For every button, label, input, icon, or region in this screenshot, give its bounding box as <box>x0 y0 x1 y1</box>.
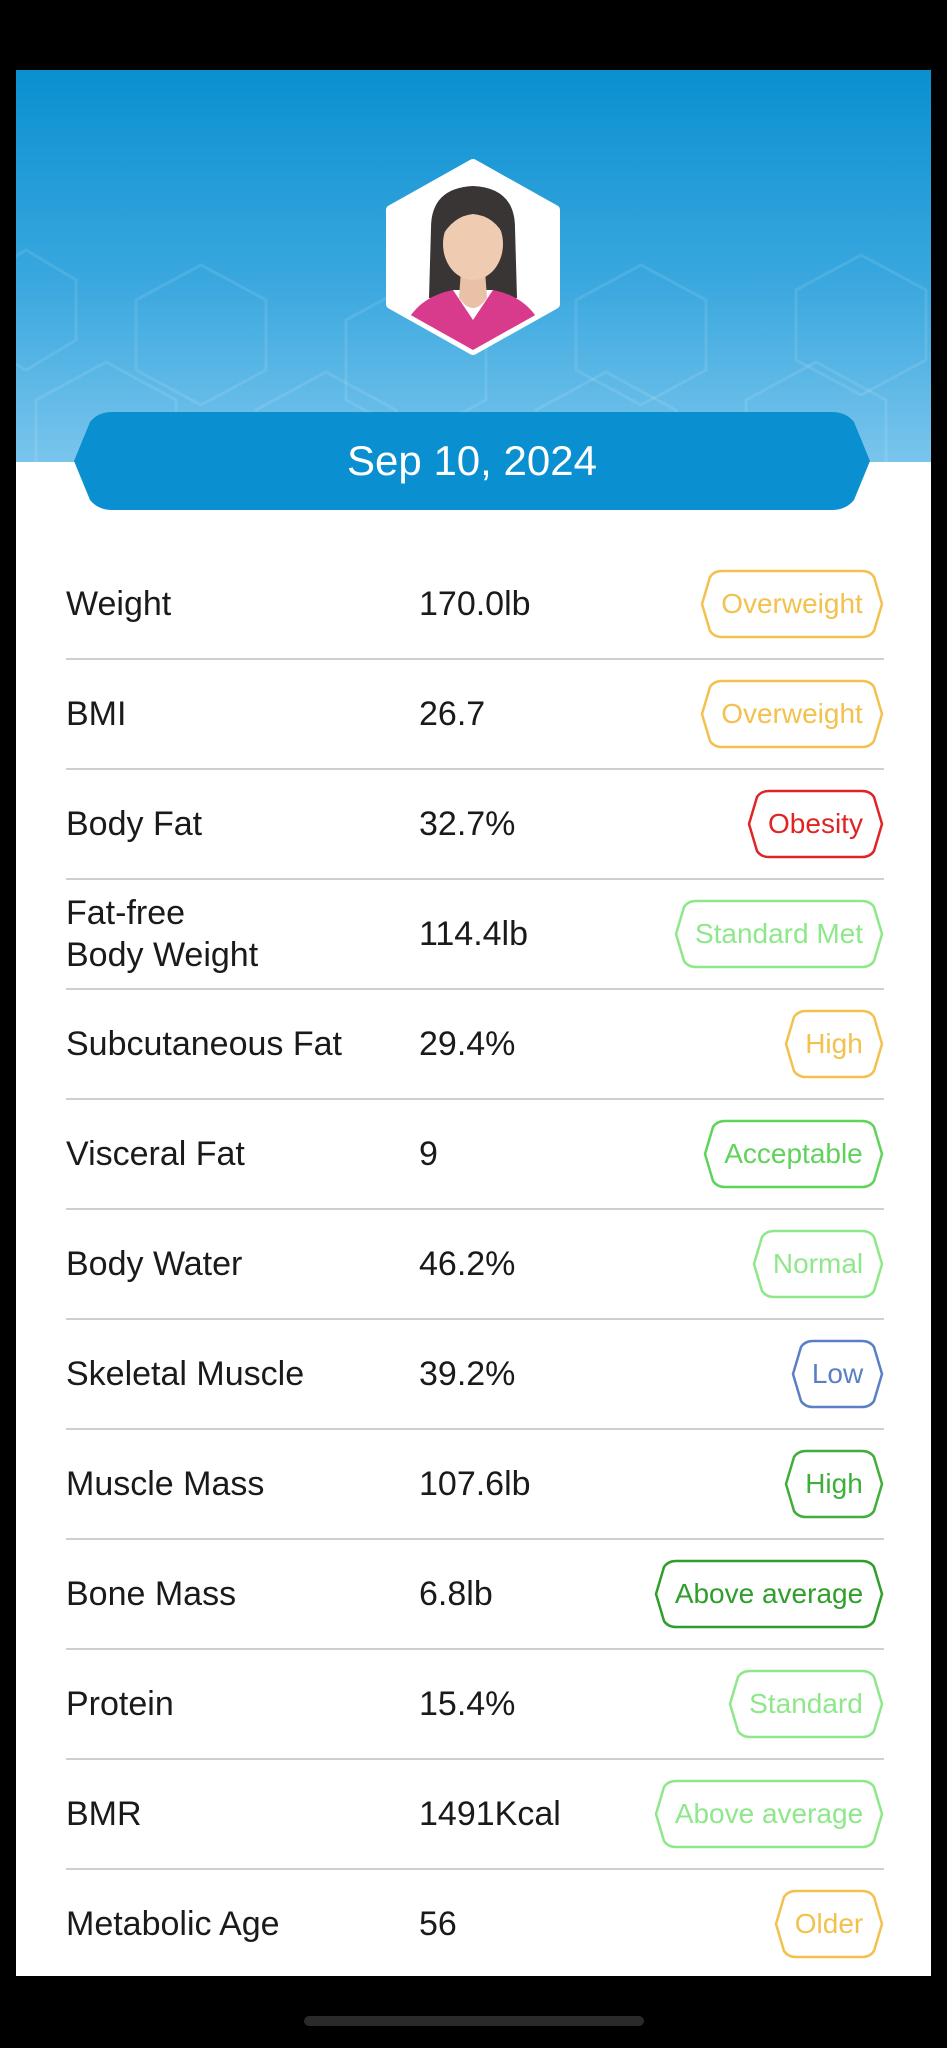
metric-row[interactable]: Skeletal Muscle 39.2% Low <box>16 1320 931 1430</box>
metric-value: 107.6lb <box>419 1464 531 1503</box>
status-badge-label: Above average <box>674 1798 864 1829</box>
metrics-list: Weight 170.0lb Overweight BMI 26.7 Overweight… <box>16 550 931 1976</box>
body-composition-card: Sep 10, 2024 Weight 170.0lb Overweight BMI 2… <box>16 70 931 1976</box>
metric-row[interactable]: Bone Mass 6.8lb Above average <box>16 1540 931 1650</box>
metric-label: Protein <box>66 1684 174 1723</box>
header-background <box>16 70 931 462</box>
status-badge-label: Older <box>794 1908 864 1939</box>
metric-row[interactable]: Body Water 46.2% Normal <box>16 1210 931 1320</box>
status-badge: Obesity <box>747 789 884 859</box>
metric-label: Body Water <box>66 1244 243 1283</box>
status-badge: Above average <box>654 1559 884 1629</box>
status-badge: High <box>784 1449 884 1519</box>
metric-value: 1491Kcal <box>419 1794 561 1833</box>
status-badge-label: Obesity <box>768 808 863 839</box>
metric-value: 26.7 <box>419 694 486 733</box>
status-badge-label: Overweight <box>721 588 863 619</box>
status-badge: High <box>784 1009 884 1079</box>
metric-label: Fat-free Body Weight <box>66 893 259 975</box>
metric-row[interactable]: Muscle Mass 107.6lb High <box>16 1430 931 1540</box>
status-badge-label: Above average <box>674 1578 864 1609</box>
home-indicator[interactable] <box>304 2016 644 2026</box>
metric-label: Visceral Fat <box>66 1134 245 1173</box>
metric-value: 9 <box>419 1134 438 1173</box>
metric-label: Bone Mass <box>66 1574 237 1613</box>
status-badge: Standard Met <box>674 899 884 969</box>
status-badge: Above average <box>654 1779 884 1849</box>
metric-row[interactable]: Weight 170.0lb Overweight <box>16 550 931 660</box>
metric-value: 46.2% <box>419 1244 516 1283</box>
metric-label: Metabolic Age <box>66 1904 280 1943</box>
status-badge: Low <box>791 1339 884 1409</box>
metric-value: 56 <box>419 1904 457 1943</box>
metric-label: Subcutaneous Fat <box>66 1024 342 1063</box>
status-badge: Older <box>774 1889 884 1959</box>
status-badge: Normal <box>752 1229 884 1299</box>
metric-label: Muscle Mass <box>66 1464 265 1503</box>
metric-label: Body Fat <box>66 804 203 843</box>
metric-row[interactable]: Visceral Fat 9 Acceptable <box>16 1100 931 1210</box>
metric-row[interactable]: BMR 1491Kcal Above average <box>16 1760 931 1870</box>
status-badge-label: Normal <box>772 1248 864 1279</box>
status-badge-label: Standard <box>749 1688 863 1719</box>
measurement-date: Sep 10, 2024 <box>347 437 597 484</box>
metric-label: BMI <box>66 694 127 733</box>
metric-value: 6.8lb <box>419 1574 493 1613</box>
status-badge-label: High <box>805 1468 863 1499</box>
status-badge-label: Acceptable <box>724 1138 863 1169</box>
metric-row[interactable]: BMI 26.7 Overweight <box>16 660 931 770</box>
status-badge: Standard <box>728 1669 884 1739</box>
metric-value: 15.4% <box>419 1684 516 1723</box>
metric-value: 32.7% <box>419 804 516 843</box>
metric-value: 29.4% <box>419 1024 516 1063</box>
metric-label: BMR <box>66 1794 142 1833</box>
status-badge: Acceptable <box>703 1119 884 1189</box>
metric-row[interactable]: Protein 15.4% Standard <box>16 1650 931 1760</box>
status-badge: Overweight <box>700 569 884 639</box>
profile-avatar[interactable] <box>383 158 563 356</box>
status-badge-label: Standard Met <box>694 918 864 949</box>
status-badge: Overweight <box>700 679 884 749</box>
female-user-avatar-icon <box>386 159 560 355</box>
metric-row[interactable]: Body Fat 32.7% Obesity <box>16 770 931 880</box>
metric-label: Skeletal Muscle <box>66 1354 305 1393</box>
metric-label: Weight <box>66 584 172 623</box>
date-banner[interactable]: Sep 10, 2024 <box>74 412 870 510</box>
status-badge-label: Overweight <box>721 698 863 729</box>
metric-value: 114.4lb <box>419 914 529 953</box>
status-badge-label: Low <box>811 1358 864 1389</box>
metric-row[interactable]: Fat-free Body Weight 114.4lb Standard Met <box>16 880 931 990</box>
metric-value: 39.2% <box>419 1354 516 1393</box>
metric-value: 170.0lb <box>419 584 531 623</box>
metric-row[interactable]: Metabolic Age 56 Older <box>16 1870 931 1976</box>
status-badge-label: High <box>805 1028 863 1059</box>
metric-row[interactable]: Subcutaneous Fat 29.4% High <box>16 990 931 1100</box>
